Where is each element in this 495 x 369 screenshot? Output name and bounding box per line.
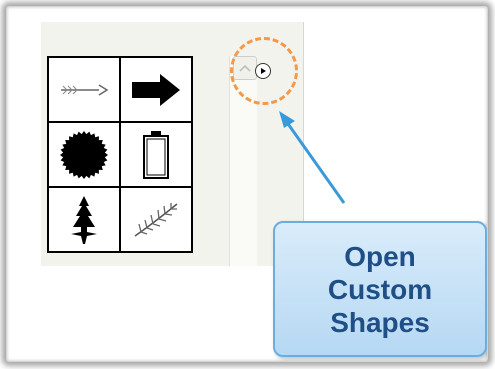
callout-line-2: Custom xyxy=(327,273,433,305)
callout-box: Open Custom Shapes xyxy=(273,221,487,357)
screenshot-frame: Open Custom Shapes xyxy=(6,6,488,362)
callout-line-1: Open xyxy=(344,240,416,272)
callout-line-3: Shapes xyxy=(330,306,430,338)
